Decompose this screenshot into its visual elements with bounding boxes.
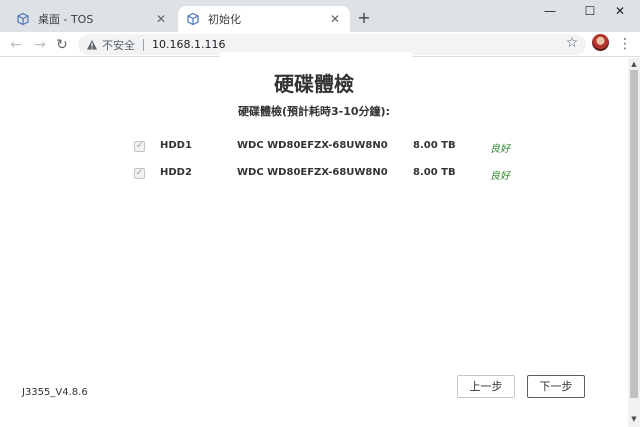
scroll-up-icon[interactable]: ▲	[628, 58, 640, 70]
disk-size: 8.00 TB	[413, 140, 456, 151]
page-title: 硬碟體檢	[274, 72, 354, 96]
back-button[interactable]: ←	[6, 35, 26, 55]
tab-strip: 桌面 - TOS ✕ 初始化 ✕ + — ☐ ✕	[0, 0, 640, 32]
disk-status: 良好	[490, 144, 510, 155]
minimize-button[interactable]: —	[530, 0, 570, 24]
tab-initialize[interactable]: 初始化 ✕	[178, 6, 350, 32]
tab-title: 桌面 - TOS	[38, 13, 94, 26]
scroll-down-icon[interactable]: ▼	[628, 413, 640, 425]
omnibox-divider	[143, 38, 144, 51]
tab-desktop-tos[interactable]: 桌面 - TOS ✕	[8, 6, 176, 32]
disk-size: 8.00 TB	[413, 167, 456, 178]
cube-icon	[16, 12, 30, 26]
disk-checkbox[interactable]: ✓	[134, 168, 145, 179]
disk-row: ✓ HDD2 WDC WD80EFZX-68UW8N0 8.00 TB 良好	[130, 165, 530, 185]
disk-checkbox[interactable]: ✓	[134, 141, 145, 152]
reload-button[interactable]: ↻	[52, 35, 72, 55]
disk-name: HDD2	[160, 167, 192, 178]
previous-step-button[interactable]: 上一步	[457, 375, 515, 398]
close-tab-icon[interactable]: ✕	[328, 12, 342, 26]
forward-button[interactable]: →	[30, 35, 50, 55]
disk-row: ✓ HDD1 WDC WD80EFZX-68UW8N0 8.00 TB 良好	[130, 138, 530, 158]
page-content: 硬碟體檢 硬碟體檢(預計耗時3-10分鐘): ✓ HDD1 WDC WD80EF…	[0, 52, 628, 427]
disk-model: WDC WD80EFZX-68UW8N0	[237, 167, 388, 178]
cube-icon	[186, 12, 200, 26]
close-tab-icon[interactable]: ✕	[154, 12, 168, 26]
browser-menu-icon[interactable]: ⋮	[618, 36, 632, 52]
profile-avatar[interactable]	[592, 34, 609, 51]
vertical-scrollbar[interactable]: ▲ ▼	[628, 58, 640, 427]
disk-model: WDC WD80EFZX-68UW8N0	[237, 140, 388, 151]
scrollbar-thumb[interactable]	[630, 70, 638, 398]
page-subtitle: 硬碟體檢(預計耗時3-10分鐘):	[238, 105, 390, 118]
url-text[interactable]: 10.168.1.116	[152, 38, 225, 51]
disk-name: HDD1	[160, 140, 192, 151]
next-step-button[interactable]: 下一步	[527, 375, 585, 398]
browser-window: 桌面 - TOS ✕ 初始化 ✕ + — ☐ ✕ ← → ↻ 不安全 10.16…	[0, 0, 640, 427]
tab-title: 初始化	[208, 13, 241, 26]
bookmark-star-icon[interactable]: ☆	[564, 35, 580, 51]
new-tab-button[interactable]: +	[355, 9, 373, 27]
security-label[interactable]: 不安全	[102, 37, 135, 53]
close-window-button[interactable]: ✕	[600, 0, 640, 24]
warning-icon[interactable]	[86, 39, 98, 51]
disk-status: 良好	[490, 171, 510, 182]
firmware-version: J3355_V4.8.6	[22, 387, 88, 398]
